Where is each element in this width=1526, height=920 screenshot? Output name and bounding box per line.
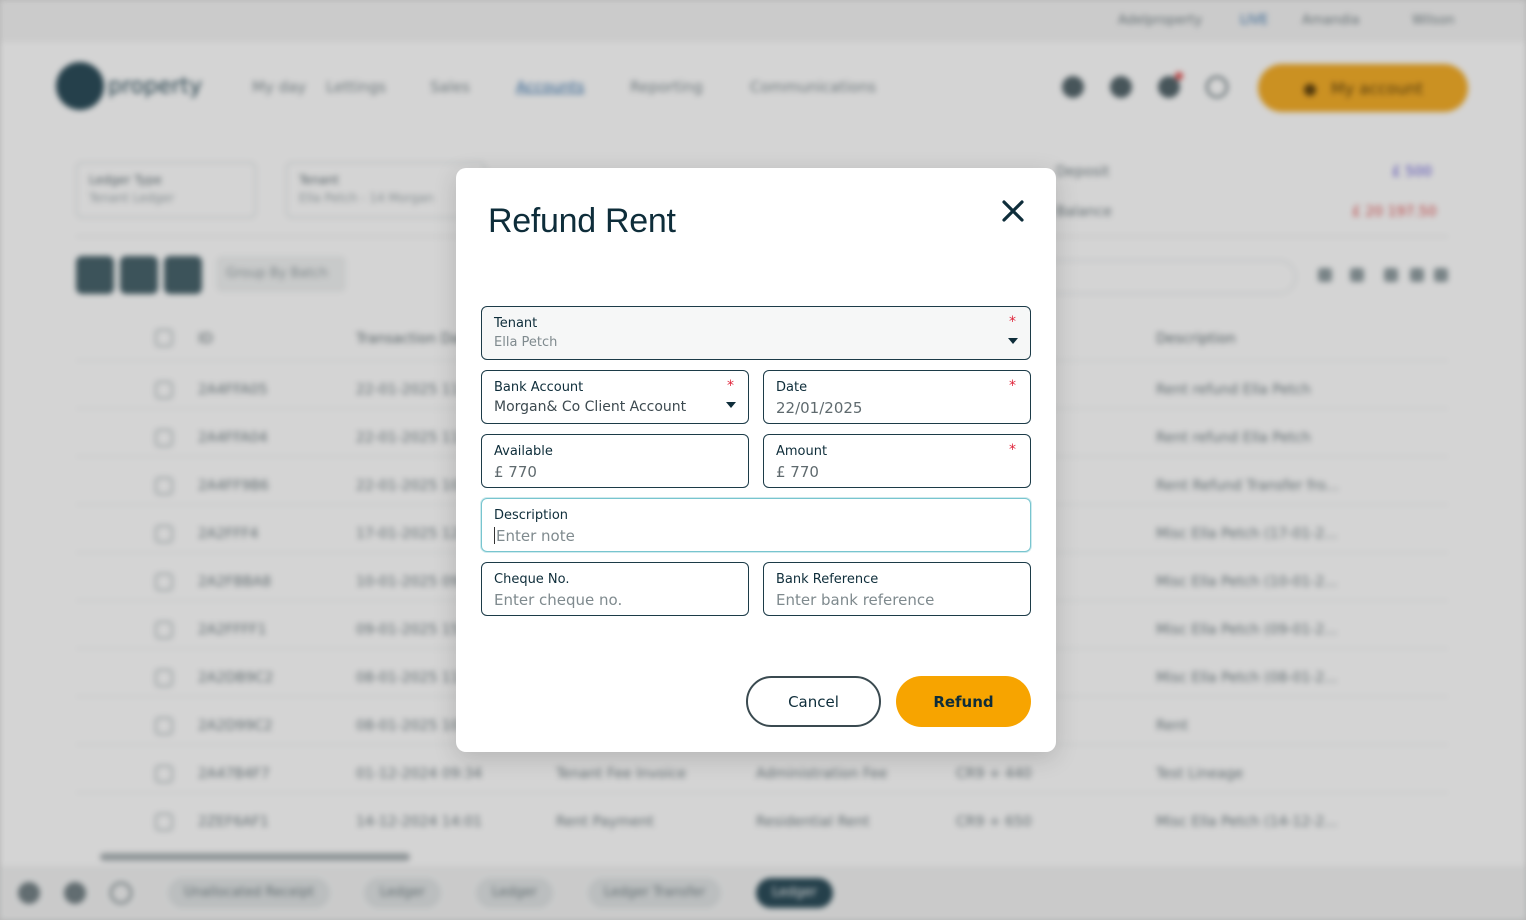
bank-account-value: Morgan& Co Client Account xyxy=(494,399,687,415)
available-field: Available £ 770 xyxy=(481,434,749,488)
field-label: Bank Account xyxy=(494,380,584,395)
field-label: Date xyxy=(776,380,808,395)
required-marker: * xyxy=(727,378,734,394)
cheque-no-input[interactable]: Cheque No. Enter cheque no. xyxy=(481,562,749,616)
refund-button[interactable]: Refund xyxy=(896,676,1031,727)
bank-reference-placeholder: Enter bank reference xyxy=(776,591,935,609)
amount-value: £ 770 xyxy=(776,463,819,481)
placeholder-text: Enter note xyxy=(496,527,575,545)
amount-field[interactable]: Amount £ 770 * xyxy=(763,434,1031,488)
field-label: Tenant xyxy=(494,316,538,331)
close-button[interactable] xyxy=(996,194,1030,228)
refund-rent-dialog: Refund Rent Tenant Ella Petch * Bank Acc… xyxy=(456,168,1056,752)
field-label: Description xyxy=(494,508,569,523)
tenant-select[interactable]: Tenant Ella Petch * xyxy=(481,306,1031,360)
tenant-value: Ella Petch xyxy=(494,335,558,350)
field-label: Amount xyxy=(776,444,828,459)
description-input[interactable]: Description Enter note xyxy=(481,498,1031,552)
field-label: Bank Reference xyxy=(776,572,879,587)
field-label: Available xyxy=(494,444,553,459)
close-icon xyxy=(1002,200,1024,222)
required-marker: * xyxy=(1009,314,1016,330)
chevron-down-icon xyxy=(1008,338,1018,344)
bank-reference-input[interactable]: Bank Reference Enter bank reference xyxy=(763,562,1031,616)
chevron-down-icon xyxy=(726,402,736,408)
cheque-no-placeholder: Enter cheque no. xyxy=(494,591,623,609)
dialog-title: Refund Rent xyxy=(488,202,676,240)
required-marker: * xyxy=(1009,378,1016,394)
description-placeholder: Enter note xyxy=(494,527,1018,545)
cancel-button[interactable]: Cancel xyxy=(746,676,881,727)
date-value: 22/01/2025 xyxy=(776,399,863,417)
date-field[interactable]: Date 22/01/2025 * xyxy=(763,370,1031,424)
bank-account-select[interactable]: Bank Account Morgan& Co Client Account * xyxy=(481,370,749,424)
available-value: £ 770 xyxy=(494,463,537,481)
field-label: Cheque No. xyxy=(494,572,570,587)
required-marker: * xyxy=(1009,442,1016,458)
text-cursor xyxy=(494,527,495,544)
